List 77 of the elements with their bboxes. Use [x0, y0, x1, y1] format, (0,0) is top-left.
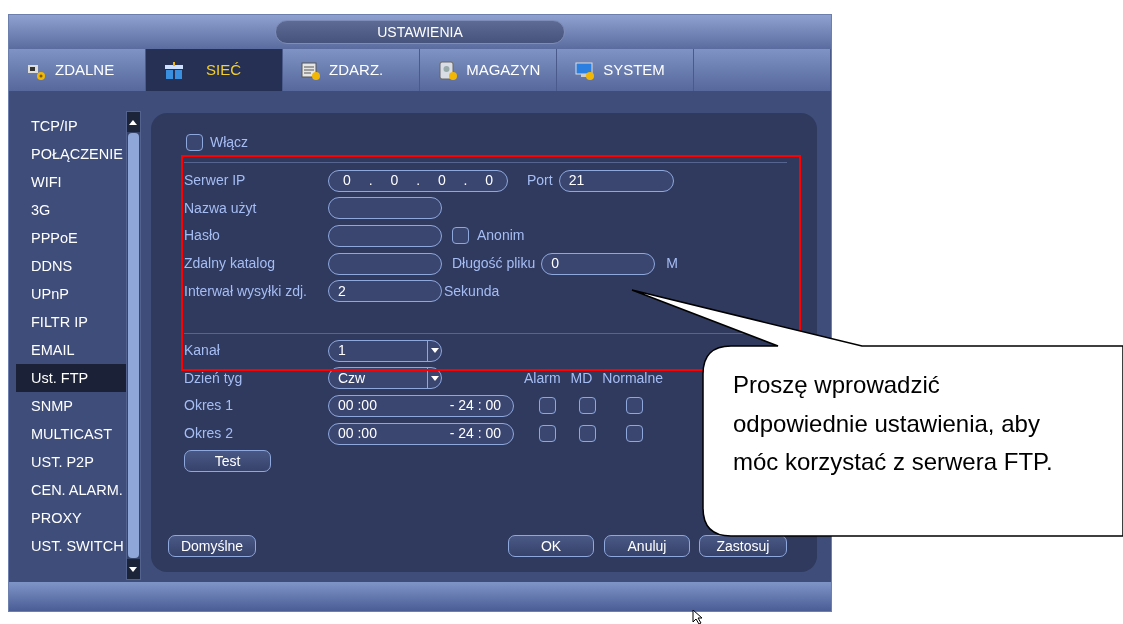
default-button[interactable]: Domyślne — [168, 535, 256, 558]
sidebar-item[interactable]: WIFI — [16, 168, 126, 196]
username-field[interactable] — [328, 197, 442, 220]
time-range-field[interactable]: 00 :00 - 24 : 00 — [328, 394, 514, 417]
sidebar-item[interactable]: DDNS — [16, 252, 126, 280]
up-arrow-icon — [129, 119, 138, 125]
sidebar-item[interactable]: SNMP — [16, 392, 126, 420]
column-header: Normalne — [602, 368, 664, 388]
checkbox[interactable] — [539, 397, 556, 415]
checkbox[interactable] — [626, 397, 643, 415]
sidebar-item[interactable]: CEN. ALARM. — [16, 476, 126, 504]
sidebar-item[interactable]: FILTR IP — [16, 308, 126, 336]
sidebar-item[interactable]: 3G — [16, 196, 126, 224]
test-button[interactable]: Test — [184, 450, 271, 473]
column-header: Alarm — [524, 368, 561, 388]
network-icon — [164, 60, 185, 80]
checkbox-label: Anonim — [477, 226, 525, 246]
scroll-down-button[interactable] — [126, 559, 140, 579]
field-label: M — [666, 254, 678, 274]
checkbox[interactable] — [626, 425, 643, 443]
weekday-dropdown[interactable]: Czw — [328, 367, 442, 390]
field-label: Okres 1 — [184, 396, 234, 416]
field-label: Nazwa użyt — [184, 198, 258, 218]
cursor-icon — [692, 610, 704, 624]
file-length-field[interactable]: 0 — [541, 252, 656, 275]
tab[interactable]: ZDARZ. — [283, 49, 421, 91]
field-label: Interwał wysyłki zdj. — [184, 281, 308, 301]
sidebar-item[interactable]: UST. P2P — [16, 448, 126, 476]
field-label: Okres 2 — [184, 424, 234, 444]
sidebar-item[interactable]: Ust. FTP — [16, 364, 126, 392]
time-range-field[interactable]: 00 :00 - 24 : 00 — [328, 422, 514, 445]
scroll-up-button[interactable] — [126, 112, 140, 132]
monitor-gear-icon — [575, 60, 596, 80]
disk-gear-icon — [438, 60, 459, 80]
checkbox-label: Włącz — [210, 132, 249, 152]
field-label: Zdalny katalog — [184, 254, 277, 274]
sidebar-item[interactable]: EMAIL — [16, 336, 126, 364]
down-arrow-icon — [129, 566, 138, 572]
field-label: Sekunda — [444, 281, 500, 301]
field-label: Hasło — [184, 226, 221, 246]
caret-icon — [430, 375, 439, 381]
sidebar-item[interactable]: PROXY — [16, 504, 126, 532]
field-label: Dzień tyg — [184, 368, 244, 388]
field-label: Port — [527, 171, 553, 191]
document-gear-icon — [301, 60, 322, 80]
callout-text: Proszę wprowadzić odpowiednie ustawienia, aby móc korzystać z serwera FTP. — [733, 370, 1054, 477]
ip-address-field[interactable]: 0 . 0 . 0 . 0 — [328, 169, 508, 192]
field-label: Serwer IP — [184, 171, 247, 191]
password-field[interactable] — [328, 225, 442, 247]
caret-icon — [430, 348, 439, 354]
checkbox[interactable] — [452, 227, 469, 245]
checkbox[interactable] — [539, 425, 556, 443]
directory-field[interactable] — [328, 252, 442, 275]
sidebar-item[interactable]: UPnP — [16, 280, 126, 308]
checkbox[interactable] — [579, 425, 596, 443]
port-field[interactable]: 21 — [558, 169, 674, 192]
sidebar-item[interactable]: MULTICAST — [16, 420, 126, 448]
column-header: MD — [570, 368, 593, 388]
apply-button[interactable]: Zastosuj — [699, 535, 787, 558]
sidebar-item[interactable]: TCP/IP — [16, 112, 126, 140]
window-title: USTAWIENIA — [275, 20, 565, 44]
sidebar-item[interactable]: POŁĄCZENIE — [16, 140, 126, 168]
scrollbar-thumb[interactable] — [127, 133, 139, 558]
field-label: Długość pliku — [452, 254, 536, 274]
tab[interactable]: MAGAZYN — [420, 49, 558, 91]
tab[interactable]: SYSTEM — [557, 49, 695, 91]
interval-field[interactable]: 2 — [328, 280, 442, 303]
sidebar-item[interactable]: UST. SWITCH — [16, 532, 126, 560]
tab[interactable]: SIEĆ — [146, 49, 284, 91]
ok-button[interactable]: OK — [508, 535, 594, 558]
scrollbar[interactable] — [125, 111, 141, 580]
channel-dropdown[interactable]: 1 — [328, 339, 442, 362]
cancel-button[interactable]: Anuluj — [604, 535, 690, 558]
checkbox[interactable] — [579, 397, 596, 415]
checkbox[interactable] — [186, 133, 203, 151]
field-label: Kanał — [184, 341, 221, 361]
sidebar-item[interactable]: PPPoE — [16, 224, 126, 252]
